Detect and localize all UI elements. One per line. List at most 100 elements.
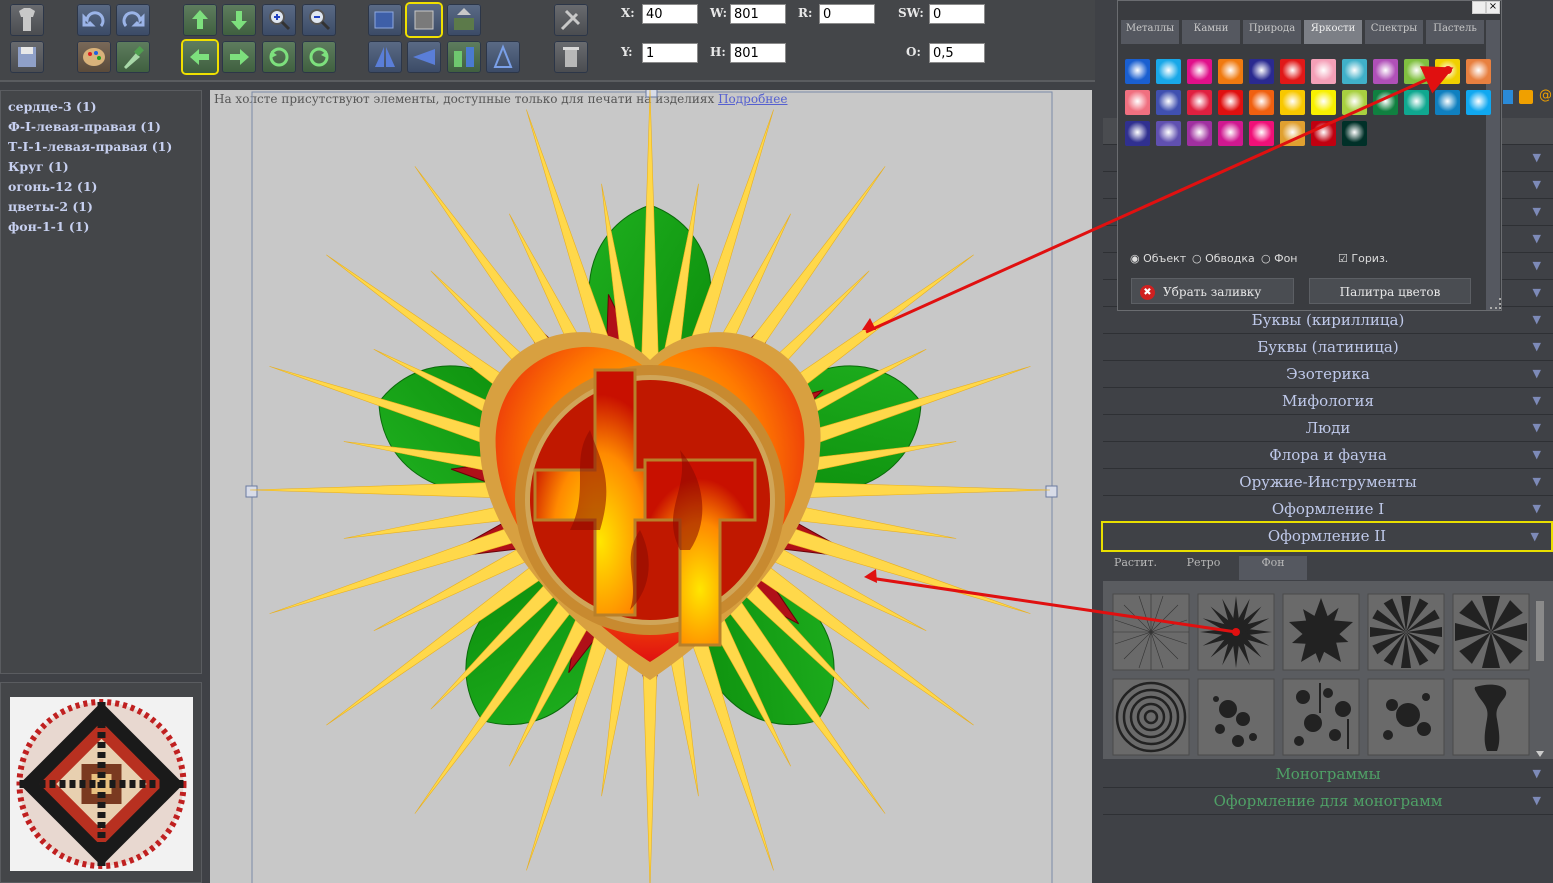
design-artwork[interactable] (210, 90, 1092, 883)
color-swatch[interactable] (1373, 90, 1398, 115)
close-icon[interactable]: × (1486, 1, 1500, 14)
share-icon[interactable] (1503, 90, 1513, 104)
tools-icon[interactable] (554, 4, 588, 36)
color-palette-button[interactable]: Палитра цветов (1309, 278, 1471, 304)
color-swatch[interactable] (1187, 90, 1212, 115)
color-swatch[interactable] (1125, 121, 1150, 146)
tab-plant[interactable]: Растит. (1103, 556, 1168, 580)
category-letters-latin[interactable]: Буквы (латиница) ▼ (1103, 334, 1553, 361)
remove-fill-button[interactable]: ✖ Убрать заливку (1131, 278, 1294, 304)
layer-item[interactable]: Ф-I-левая-правая (1) (8, 117, 201, 137)
color-swatch[interactable] (1187, 121, 1212, 146)
tab-pastel[interactable]: Пастель (1426, 20, 1484, 44)
color-swatch[interactable] (1342, 59, 1367, 84)
palette-icon[interactable] (77, 41, 111, 73)
move-right-icon[interactable] (222, 41, 256, 73)
category-flora-fauna[interactable]: Флора и фауна ▼ (1103, 442, 1553, 469)
email-icon[interactable]: @ (1539, 89, 1552, 103)
checkbox-horizontal[interactable]: ☑ Гориз. (1338, 252, 1388, 265)
design-canvas[interactable]: На холсте присутствуют элементы, доступн… (210, 90, 1092, 883)
shape-thumbnails[interactable] (1103, 581, 1553, 759)
layer-item[interactable]: фон-1-1 (1) (8, 217, 201, 237)
color-swatch[interactable] (1466, 90, 1491, 115)
category-design-1[interactable]: Оформление I ▼ (1103, 496, 1553, 523)
layer-item[interactable]: Т-I-1-левая-правая (1) (8, 137, 201, 157)
social-icon[interactable] (1519, 90, 1533, 104)
sw-input[interactable] (929, 4, 985, 24)
undo-icon[interactable] (77, 4, 111, 36)
align-icon[interactable] (447, 41, 481, 73)
distribute-icon[interactable] (486, 41, 520, 73)
color-swatch[interactable] (1156, 59, 1181, 84)
category-weapons-tools[interactable]: Оружие-Инструменты ▼ (1103, 469, 1553, 496)
category-letters-cyrillic[interactable]: Буквы (кириллица) ▼ (1103, 307, 1553, 334)
color-swatch[interactable] (1249, 90, 1274, 115)
flip-horizontal-icon[interactable] (368, 41, 402, 73)
layer-item[interactable]: огонь-12 (1) (8, 177, 201, 197)
color-swatch[interactable] (1311, 90, 1336, 115)
tab-metals[interactable]: Металлы (1121, 20, 1179, 44)
color-swatch[interactable] (1435, 90, 1460, 115)
flip-vertical-icon[interactable] (407, 41, 441, 73)
layer-item[interactable]: Круг (1) (8, 157, 201, 177)
trash-icon[interactable] (554, 41, 588, 73)
category-monograms[interactable]: Монограммы ▼ (1103, 761, 1553, 788)
minimize-icon[interactable] (1472, 1, 1486, 14)
category-monogram-design[interactable]: Оформление для монограмм ▼ (1103, 788, 1553, 815)
color-swatch[interactable] (1342, 121, 1367, 146)
color-swatch[interactable] (1311, 59, 1336, 84)
color-swatch[interactable] (1311, 121, 1336, 146)
tab-brightness[interactable]: Яркости (1304, 20, 1362, 44)
category-esoterics[interactable]: Эзотерика ▼ (1103, 361, 1553, 388)
color-swatch[interactable] (1280, 121, 1305, 146)
category-people[interactable]: Люди ▼ (1103, 415, 1553, 442)
resize-grip-icon[interactable] (1490, 298, 1501, 309)
color-swatch[interactable] (1125, 59, 1150, 84)
move-up-icon[interactable] (183, 4, 217, 36)
bring-forward-icon[interactable] (407, 4, 441, 36)
zoom-in-icon[interactable] (262, 4, 296, 36)
bring-front-icon[interactable] (368, 4, 402, 36)
color-swatch[interactable] (1466, 59, 1491, 84)
color-swatch[interactable] (1218, 59, 1243, 84)
color-swatch[interactable] (1218, 121, 1243, 146)
color-swatch[interactable] (1342, 90, 1367, 115)
brush-icon[interactable] (116, 41, 150, 73)
color-swatch[interactable] (1404, 59, 1429, 84)
tab-spectra[interactable]: Спектры (1365, 20, 1423, 44)
save-icon[interactable] (10, 41, 44, 73)
category-design-2[interactable]: Оформление II ▼ (1101, 521, 1553, 552)
y-input[interactable] (642, 43, 698, 63)
color-swatch[interactable] (1435, 59, 1460, 84)
move-left-icon[interactable] (183, 41, 217, 73)
x-input[interactable] (642, 4, 698, 24)
color-swatch[interactable] (1280, 59, 1305, 84)
r-input[interactable] (819, 4, 875, 24)
color-swatch[interactable] (1218, 90, 1243, 115)
h-input[interactable] (730, 43, 786, 63)
layer-item[interactable]: цветы-2 (1) (8, 197, 201, 217)
color-swatch[interactable] (1373, 59, 1398, 84)
tab-background[interactable]: Фон (1239, 556, 1307, 580)
rotate-left-icon[interactable] (262, 41, 296, 73)
rotate-right-icon[interactable] (302, 41, 336, 73)
tshirt-icon[interactable] (10, 4, 44, 36)
color-swatch[interactable] (1280, 90, 1305, 115)
tab-retro[interactable]: Ретро (1171, 556, 1236, 580)
layer-item[interactable]: сердце-3 (1) (8, 97, 201, 117)
radio-background[interactable]: ○ Фон (1261, 252, 1298, 265)
color-swatch[interactable] (1125, 90, 1150, 115)
color-swatch[interactable] (1187, 59, 1212, 84)
radio-stroke[interactable]: ○ Обводка (1192, 252, 1255, 265)
tab-nature[interactable]: Природа (1243, 20, 1301, 44)
radio-object[interactable]: ◉ Объект (1130, 252, 1186, 265)
color-swatch[interactable] (1249, 59, 1274, 84)
redo-icon[interactable] (116, 4, 150, 36)
tab-stones[interactable]: Камни (1182, 20, 1240, 44)
color-swatch[interactable] (1404, 90, 1429, 115)
color-swatch[interactable] (1156, 121, 1181, 146)
category-mythology[interactable]: Мифология ▼ (1103, 388, 1553, 415)
w-input[interactable] (730, 4, 786, 24)
color-swatch[interactable] (1249, 121, 1274, 146)
send-back-icon[interactable] (447, 4, 481, 36)
